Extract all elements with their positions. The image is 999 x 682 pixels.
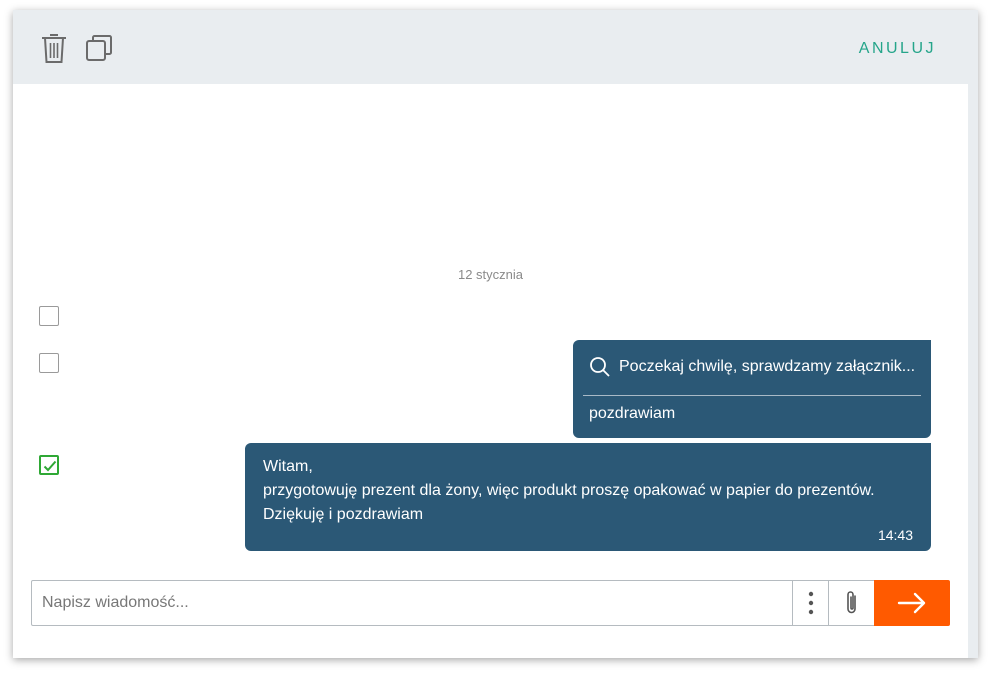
search-icon — [590, 357, 610, 377]
select-checkbox[interactable] — [39, 306, 59, 326]
scan-status-text: Poczekaj chwilę, sprawdzamy załącznik... — [619, 358, 916, 375]
more-vertical-icon — [808, 591, 813, 615]
arrow-right-icon — [897, 592, 926, 614]
message-line: Dziękuję i pozdrawiam — [263, 506, 424, 523]
message-input[interactable] — [31, 580, 793, 626]
trash-icon[interactable] — [39, 31, 69, 65]
copy-icon[interactable] — [85, 31, 115, 65]
selection-toolbar: ANULUJ — [13, 10, 978, 84]
message-bubble: Witam, przygotowuję prezent dla żony, wi… — [245, 443, 931, 551]
attachment-scan-status: Poczekaj chwilę, sprawdzamy załącznik... — [589, 356, 915, 378]
message-bubble: Poczekaj chwilę, sprawdzamy załącznik...… — [573, 340, 931, 438]
paperclip-icon — [846, 591, 856, 614]
cancel-button[interactable]: ANULUJ — [859, 40, 936, 58]
select-checkbox-checked[interactable] — [39, 455, 59, 475]
more-options-button[interactable] — [793, 580, 829, 626]
select-checkbox[interactable] — [39, 353, 59, 373]
message-text: pozdrawiam — [589, 405, 676, 422]
message-line: przygotowuję prezent dla żony, więc prod… — [263, 482, 875, 499]
attach-button[interactable] — [829, 580, 875, 626]
send-button[interactable] — [874, 580, 950, 626]
checkmark-icon — [43, 460, 57, 472]
divider — [583, 395, 921, 396]
message-time: 14:43 — [877, 527, 913, 543]
message-composer — [31, 580, 950, 626]
message-line: Witam, — [263, 458, 313, 475]
conversation-area: 12 stycznia Poczekaj chwilę, sprawdzamy … — [13, 84, 968, 658]
message-window: ANULUJ 12 stycznia Poczekaj chwilę, spra… — [13, 10, 978, 658]
date-separator: 12 stycznia — [457, 267, 524, 282]
